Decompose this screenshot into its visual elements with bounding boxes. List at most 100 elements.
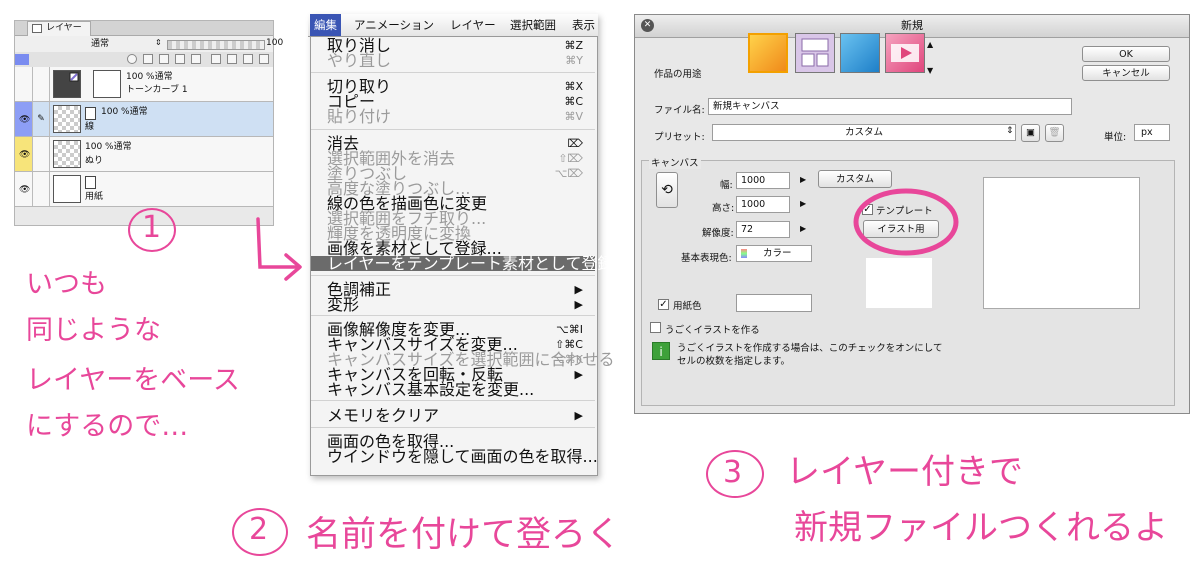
cancel-button[interactable]: キャンセル xyxy=(1082,65,1170,81)
swap-orientation-icon[interactable]: ⟲ xyxy=(656,172,678,208)
save-preset-icon[interactable]: ▣ xyxy=(1021,124,1040,142)
layer-row-line[interactable]: 👁 ✎ 100 %通常 線 xyxy=(15,102,273,137)
more-icon[interactable] xyxy=(259,54,269,64)
note-number-3: 3 xyxy=(723,455,743,490)
blend-row: 通常 ⇕ 100 xyxy=(15,36,283,52)
note1-line2: 同じような xyxy=(26,315,161,346)
layer-name: 線 xyxy=(85,122,95,132)
curve-icon xyxy=(69,72,79,82)
delete-preset-icon[interactable]: 🗑 xyxy=(1045,124,1064,142)
merge-icon[interactable] xyxy=(243,54,253,64)
color-select[interactable]: カラー xyxy=(736,245,812,262)
unit-select[interactable]: px xyxy=(1134,124,1170,141)
filename-label: ファイル名: xyxy=(654,105,705,116)
pen-icon[interactable] xyxy=(143,54,153,64)
layers-icon xyxy=(32,24,42,33)
reference-icon[interactable] xyxy=(175,54,185,64)
layer-mode: 100 %通常 xyxy=(101,107,148,117)
visibility-toggle[interactable]: 👁 xyxy=(15,172,33,206)
menu-item[interactable]: レイヤーをテンプレート素材として登録... xyxy=(311,256,629,272)
layer-row-paper[interactable]: 👁 用紙 xyxy=(15,172,273,207)
illustration-use-icon[interactable] xyxy=(748,33,788,73)
height-menu-arrow-icon[interactable]: ▶ xyxy=(800,199,806,208)
ok-button[interactable]: OK xyxy=(1082,46,1170,62)
height-input[interactable]: 1000 xyxy=(736,196,790,213)
menu-item[interactable]: メモリをクリア ▶ xyxy=(311,406,595,425)
info-text-line2: セルの枚数を指定します。 xyxy=(677,356,791,367)
info-icon: i xyxy=(652,342,670,360)
template-preview xyxy=(866,258,932,308)
animation-checkbox[interactable] xyxy=(650,322,661,333)
menu-shortcut: ⌘Y xyxy=(565,54,583,67)
tab-layer[interactable]: レイヤー xyxy=(27,21,91,36)
layer-color-chip[interactable] xyxy=(15,54,29,65)
resolution-label: 解像度: xyxy=(702,228,734,239)
menu-item[interactable]: キャンバス基本設定を変更... xyxy=(311,382,595,398)
preset-select[interactable]: カスタム xyxy=(712,124,1016,141)
arrow-annotation xyxy=(256,217,302,281)
menu-item-label: 変形 xyxy=(327,295,360,314)
menu-item[interactable]: 変形 ▶ xyxy=(311,295,595,314)
lock-toggle[interactable] xyxy=(33,67,50,101)
menu-separator xyxy=(311,315,595,316)
layer-row-tonecurve[interactable]: 100 %通常 トーンカーブ 1 xyxy=(15,67,273,102)
menubar-layer[interactable]: レイヤー xyxy=(450,14,496,36)
tonecurve-mask-thumb xyxy=(93,70,121,98)
width-input[interactable]: 1000 xyxy=(736,172,790,189)
note3-line2: 新規ファイルつくれるよ xyxy=(794,508,1168,548)
menu-separator xyxy=(311,275,595,276)
opacity-value: 100 xyxy=(266,38,284,48)
note1-line3: レイヤーをベース xyxy=(26,365,240,396)
preset-value: カスタム xyxy=(844,127,883,138)
visibility-toggle[interactable]: 👁 xyxy=(15,137,33,171)
layer-row-fill[interactable]: 👁 100 %通常 ぬり xyxy=(15,137,273,172)
scroll-down-icon[interactable]: ▼ xyxy=(927,66,933,75)
resolution-input[interactable]: 72 xyxy=(736,221,790,238)
submenu-arrow-icon: ▶ xyxy=(574,368,583,381)
note1-line1: いつも xyxy=(26,269,107,300)
animation-use-icon[interactable] xyxy=(885,33,925,73)
submenu-arrow-icon: ▶ xyxy=(574,409,583,422)
layer-toolbar xyxy=(15,52,273,68)
filename-input[interactable]: 新規キャンバス xyxy=(708,98,1072,115)
canvas-section-title: キャンバス xyxy=(649,155,701,169)
width-menu-arrow-icon[interactable]: ▶ xyxy=(800,175,806,184)
width-label: 幅: xyxy=(720,180,733,191)
menu-item: やり直し ⌘Y xyxy=(311,53,595,69)
eyedrop-icon[interactable] xyxy=(159,54,169,64)
comic-use-icon[interactable] xyxy=(795,33,835,73)
menubar-animation[interactable]: アニメーション xyxy=(354,14,434,36)
blend-mode-select[interactable]: 通常 xyxy=(39,38,161,50)
clip-icon[interactable] xyxy=(227,54,237,64)
size-preset-value: カスタム xyxy=(835,174,874,185)
print-use-icon[interactable] xyxy=(840,33,880,73)
note2-text: 名前を付けて登ろく xyxy=(306,515,622,555)
menubar-edit[interactable]: 編集 xyxy=(310,14,341,36)
menu-item-label: メモリをクリア xyxy=(327,406,440,425)
paper-color-swatch[interactable] xyxy=(736,294,812,312)
pen-lock-toggle[interactable]: ✎ xyxy=(33,102,50,136)
scroll-up-icon[interactable]: ▲ xyxy=(927,40,933,49)
menubar-view[interactable]: 表示 xyxy=(572,14,595,36)
lock-toggle[interactable] xyxy=(33,172,50,206)
grid-icon[interactable] xyxy=(211,54,221,64)
eye-icon: 👁 xyxy=(19,115,31,125)
lock-toggle[interactable] xyxy=(33,137,50,171)
menu-shortcut: ⇧⌦ xyxy=(558,152,583,165)
opacity-slider[interactable] xyxy=(167,40,265,50)
menu-shortcut: ⌥⌦ xyxy=(554,167,583,180)
mask-icon[interactable] xyxy=(191,54,201,64)
lock-icon[interactable] xyxy=(127,54,137,64)
note1-line4: にするので… xyxy=(26,411,189,442)
menu-shortcut: ⌘Z xyxy=(564,39,583,52)
menu-shortcut: ⌘V xyxy=(564,110,583,123)
circle-highlight-template xyxy=(853,188,959,256)
paper-color-checkbox[interactable]: ✓ xyxy=(658,299,669,310)
menu-item[interactable]: ウインドウを隠して画面の色を取得... xyxy=(311,449,598,465)
resolution-menu-arrow-icon[interactable]: ▶ xyxy=(800,224,806,233)
visibility-toggle[interactable]: 👁 xyxy=(15,102,33,136)
menubar-selection[interactable]: 選択範囲 xyxy=(510,14,556,36)
visibility-toggle[interactable] xyxy=(15,67,33,101)
info-text-line1: うごくイラストを作成する場合は、このチェックをオンにして xyxy=(677,343,943,354)
note3-line1: レイヤー付きで xyxy=(786,452,1023,492)
